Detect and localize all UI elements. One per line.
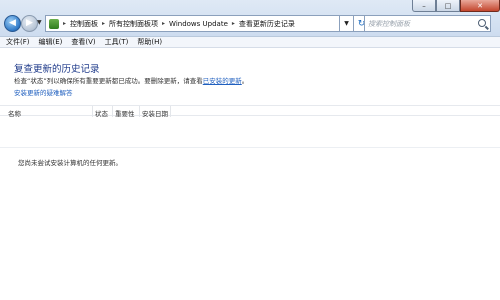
address-dropdown-button[interactable]: ▼ bbox=[340, 15, 354, 32]
page-description: 检查“状态”列以确保所有重要更新都已成功。要删除更新，请查看已安装的更新。 bbox=[14, 75, 248, 85]
column-divider[interactable] bbox=[112, 106, 113, 117]
divider bbox=[0, 147, 500, 148]
back-arrow-icon: ◀ bbox=[9, 18, 16, 28]
chevron-right-icon: ▸ bbox=[231, 20, 235, 27]
installed-updates-link[interactable]: 已安装的更新 bbox=[203, 77, 242, 85]
menu-view[interactable]: 查看(V) bbox=[71, 37, 95, 47]
column-install-date[interactable]: 安装日期 bbox=[142, 108, 168, 118]
column-divider[interactable] bbox=[92, 106, 93, 117]
column-importance[interactable]: 重要性 bbox=[115, 108, 135, 118]
menu-bar: 文件(F) 编辑(E) 查看(V) 工具(T) 帮助(H) bbox=[0, 37, 500, 48]
chevron-right-icon: ▸ bbox=[102, 20, 106, 27]
search-placeholder: 搜索控制面板 bbox=[368, 19, 410, 28]
close-button[interactable]: ✕ bbox=[460, 0, 500, 12]
menu-help[interactable]: 帮助(H) bbox=[137, 37, 162, 47]
troubleshoot-link[interactable]: 安装更新的疑难解答 bbox=[14, 87, 73, 97]
empty-list-message: 您尚未尝试安装计算机的任何更新。 bbox=[18, 159, 122, 167]
forward-arrow-icon: ▶ bbox=[26, 18, 33, 28]
breadcrumb-all-items[interactable]: 所有控制面板项 bbox=[109, 19, 158, 29]
column-divider[interactable] bbox=[170, 106, 171, 117]
menu-tools[interactable]: 工具(T) bbox=[105, 37, 129, 47]
breadcrumb-update-history[interactable]: 查看更新历史记录 bbox=[239, 19, 295, 29]
description-suffix: 。 bbox=[241, 77, 249, 85]
address-bar[interactable]: ▸ 控制面板 ▸ 所有控制面板项 ▸ Windows Update ▸ 查看更新… bbox=[45, 15, 340, 32]
menu-edit[interactable]: 编辑(E) bbox=[39, 37, 63, 47]
recent-pages-dropdown[interactable]: ▼ bbox=[37, 19, 42, 26]
menu-file[interactable]: 文件(F) bbox=[6, 37, 30, 47]
back-button[interactable]: ◀ bbox=[4, 15, 21, 32]
table-header: 名称 状态 重要性 安装日期 bbox=[0, 105, 500, 118]
maximize-button[interactable]: □ bbox=[436, 0, 460, 12]
main-content: 复查更新的历史记录 检查“状态”列以确保所有重要更新都已成功。要删除更新，请查看… bbox=[0, 49, 500, 300]
chevron-down-icon: ▼ bbox=[37, 19, 42, 26]
column-divider[interactable] bbox=[139, 106, 140, 117]
control-panel-icon bbox=[49, 18, 59, 29]
search-icon[interactable] bbox=[478, 19, 486, 27]
window: – □ ✕ ◀ ▶ ▼ ▸ 控制面板 ▸ 所有控制面板项 ▸ Windows U… bbox=[0, 0, 500, 300]
chevron-right-icon: ▸ bbox=[63, 20, 67, 27]
search-input[interactable]: 搜索控制面板 bbox=[364, 15, 491, 32]
chevron-down-icon: ▼ bbox=[344, 20, 349, 27]
breadcrumb-control-panel[interactable]: 控制面板 bbox=[70, 19, 98, 29]
minimize-button[interactable]: – bbox=[412, 0, 436, 12]
window-controls: – □ ✕ bbox=[412, 0, 500, 12]
description-text: 检查“状态”列以确保所有重要更新都已成功。要删除更新，请查看 bbox=[14, 77, 203, 85]
column-status[interactable]: 状态 bbox=[95, 108, 108, 118]
forward-button[interactable]: ▶ bbox=[21, 15, 38, 32]
title-bar: – □ ✕ ◀ ▶ ▼ ▸ 控制面板 ▸ 所有控制面板项 ▸ Windows U… bbox=[0, 0, 500, 37]
column-name[interactable]: 名称 bbox=[8, 108, 21, 118]
chevron-right-icon: ▸ bbox=[162, 20, 166, 27]
page-title: 复查更新的历史记录 bbox=[14, 64, 100, 75]
breadcrumb-windows-update[interactable]: Windows Update bbox=[169, 20, 228, 28]
